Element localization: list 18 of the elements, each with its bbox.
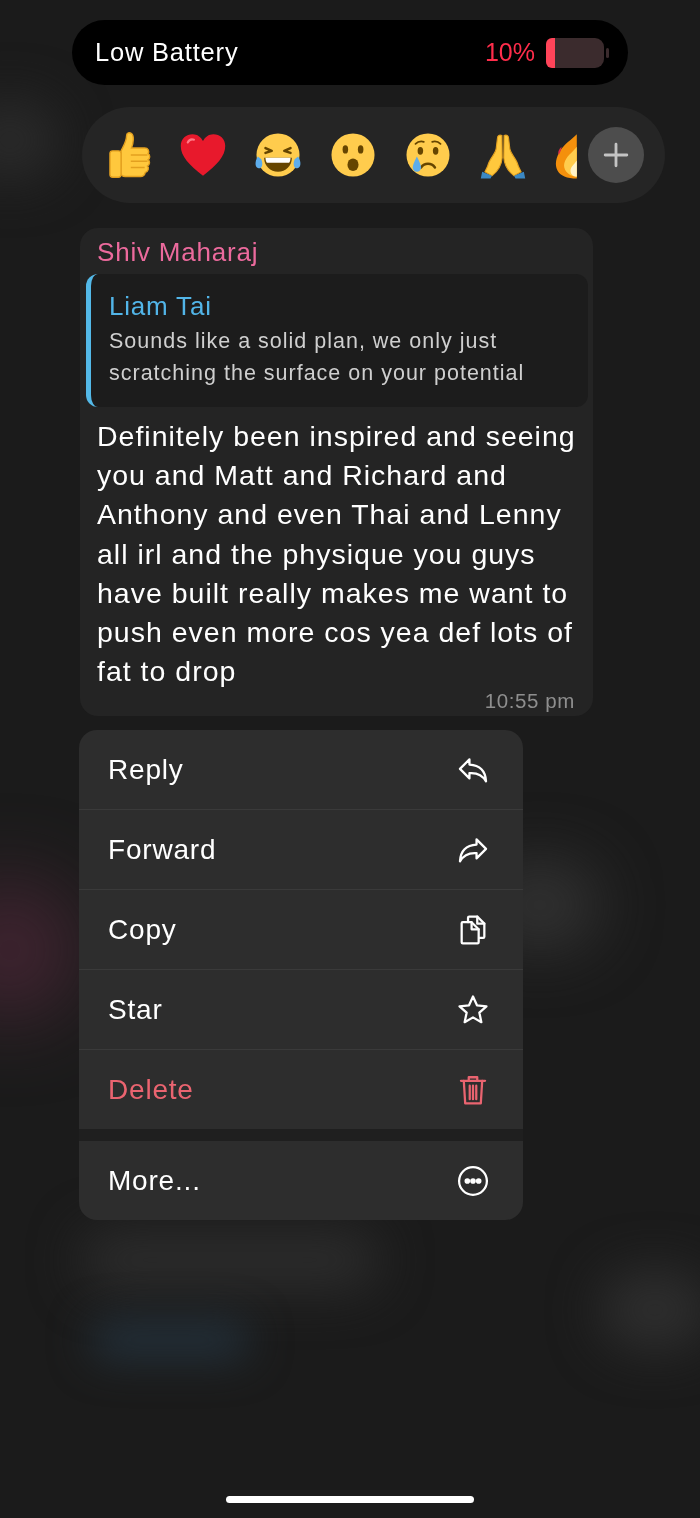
quoted-sender-name: Liam Tai [109,291,212,321]
menu-item[interactable]: Star [79,970,523,1050]
battery-icon [545,36,610,69]
menu-item[interactable]: Delete [79,1050,523,1130]
menu-item[interactable]: Reply [79,730,523,810]
menu-item[interactable]: Forward [79,810,523,890]
message-time: 10:55 pm [484,691,575,712]
plus-icon [603,142,629,168]
ellipsis-circle-icon [456,1163,490,1198]
menu-item[interactable]: Copy [79,890,523,970]
message-text: Definitely been inspired and seeing you and Matt and Richard and Anthony and even Thai and Lenny all irl and the physique you guys have built really makes me want to push even more cos yea def lots of fat to drop [96,419,577,690]
quoted-message[interactable]: Liam Tai Sounds like a solid plan, we only just scratching the surface on your potential [86,274,588,407]
low-battery-label: Low Battery [95,39,239,66]
battery-percentage: 10% [484,40,535,65]
menu-item[interactable]: More... [79,1141,523,1221]
add-reaction-button[interactable] [588,127,644,183]
sender-name: Shiv Maharaj [96,237,259,267]
quoted-message-text: Sounds like a solid plan, we only just scratching the surface on your potential [109,328,526,387]
